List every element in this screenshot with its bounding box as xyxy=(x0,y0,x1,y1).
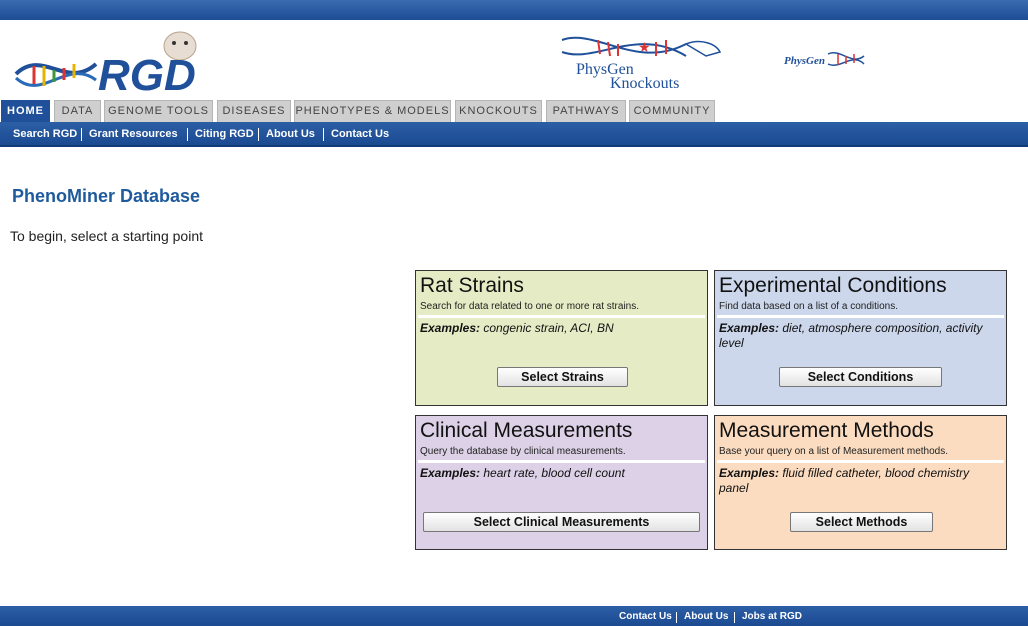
panel-examples: Examples: heart rate, blood cell count xyxy=(420,466,625,480)
subnav-grant-resources[interactable]: Grant Resources xyxy=(89,122,178,147)
panel-divider xyxy=(418,460,705,463)
panel-examples: Examples: diet, atmosphere composition, … xyxy=(719,321,983,350)
footer-jobs-at-rgd[interactable]: Jobs at RGD xyxy=(742,606,802,626)
svg-text:★: ★ xyxy=(638,40,651,56)
physgen-knockouts-logo[interactable]: ★ PhysGen Knockouts xyxy=(556,30,726,92)
site-footer: Contact Us About Us Jobs at RGD xyxy=(0,606,1028,626)
select-strains-button[interactable]: Select Strains xyxy=(497,367,628,387)
footer-separator xyxy=(734,612,735,623)
site-header: RGD ★ PhysGen Knockouts PhysGen xyxy=(0,20,1028,100)
subnav-search-rgd[interactable]: Search RGD xyxy=(13,122,77,147)
panel-description: Query the database by clinical measureme… xyxy=(420,446,626,457)
tab-pathways[interactable]: PATHWAYS xyxy=(546,100,626,122)
physgen-logo[interactable]: PhysGen xyxy=(782,48,872,72)
top-banner-bar xyxy=(0,0,1028,20)
panel-description: Find data based on a list of a condition… xyxy=(719,301,899,312)
rgd-logo[interactable]: RGD xyxy=(12,28,217,100)
panel-description: Search for data related to one or more r… xyxy=(420,301,639,312)
select-conditions-button[interactable]: Select Conditions xyxy=(779,367,942,387)
tab-genome-tools[interactable]: GENOME TOOLS xyxy=(104,100,213,122)
tab-data[interactable]: DATA xyxy=(54,100,101,122)
subnav-separator xyxy=(258,128,259,141)
tab-diseases[interactable]: DISEASES xyxy=(217,100,291,122)
panel-examples: Examples: congenic strain, ACI, BN xyxy=(420,321,614,335)
subnav-separator xyxy=(323,128,324,141)
footer-about-us[interactable]: About Us xyxy=(684,606,728,626)
select-methods-button[interactable]: Select Methods xyxy=(790,512,933,532)
experimental-conditions-panel: Experimental Conditions Find data based … xyxy=(714,270,1007,406)
svg-text:RGD: RGD xyxy=(98,51,196,100)
tab-home[interactable]: HOME xyxy=(1,100,50,122)
subnav-contact-us[interactable]: Contact Us xyxy=(331,122,389,147)
tab-knockouts[interactable]: KNOCKOUTS xyxy=(455,100,542,122)
subnav-citing-rgd[interactable]: Citing RGD xyxy=(195,122,254,147)
rat-strains-panel: Rat Strains Search for data related to o… xyxy=(415,270,708,406)
panel-divider xyxy=(717,460,1004,463)
measurement-methods-panel: Measurement Methods Base your query on a… xyxy=(714,415,1007,550)
tab-community[interactable]: COMMUNITY xyxy=(629,100,715,122)
panel-title: Experimental Conditions xyxy=(719,274,947,297)
select-clinical-measurements-button[interactable]: Select Clinical Measurements xyxy=(423,512,700,532)
footer-separator xyxy=(676,612,677,623)
panel-divider xyxy=(418,315,705,318)
subnav-separator xyxy=(81,128,82,141)
page-title: PhenoMiner Database xyxy=(12,186,201,206)
svg-text:Knockouts: Knockouts xyxy=(610,75,679,92)
panel-title: Measurement Methods xyxy=(719,419,934,442)
tab-phenotypes-models[interactable]: PHENOTYPES & MODELS xyxy=(294,100,451,122)
footer-contact-us[interactable]: Contact Us xyxy=(619,606,672,626)
subnav-separator xyxy=(187,128,188,141)
subnav-about-us[interactable]: About Us xyxy=(266,122,315,147)
panel-description: Base your query on a list of Measurement… xyxy=(719,446,949,457)
intro-text: To begin, select a starting point xyxy=(10,228,204,244)
panel-divider xyxy=(717,315,1004,318)
panel-title: Clinical Measurements xyxy=(420,419,633,442)
svg-text:PhysGen: PhysGen xyxy=(784,55,825,67)
panel-examples: Examples: fluid filled catheter, blood c… xyxy=(719,466,970,495)
main-nav-tabs: HOME DATA GENOME TOOLS DISEASES PHENOTYP… xyxy=(0,100,1028,122)
sub-nav-bar: Search RGD Grant Resources Citing RGD Ab… xyxy=(0,122,1028,147)
panel-title: Rat Strains xyxy=(420,274,524,297)
clinical-measurements-panel: Clinical Measurements Query the database… xyxy=(415,415,708,550)
